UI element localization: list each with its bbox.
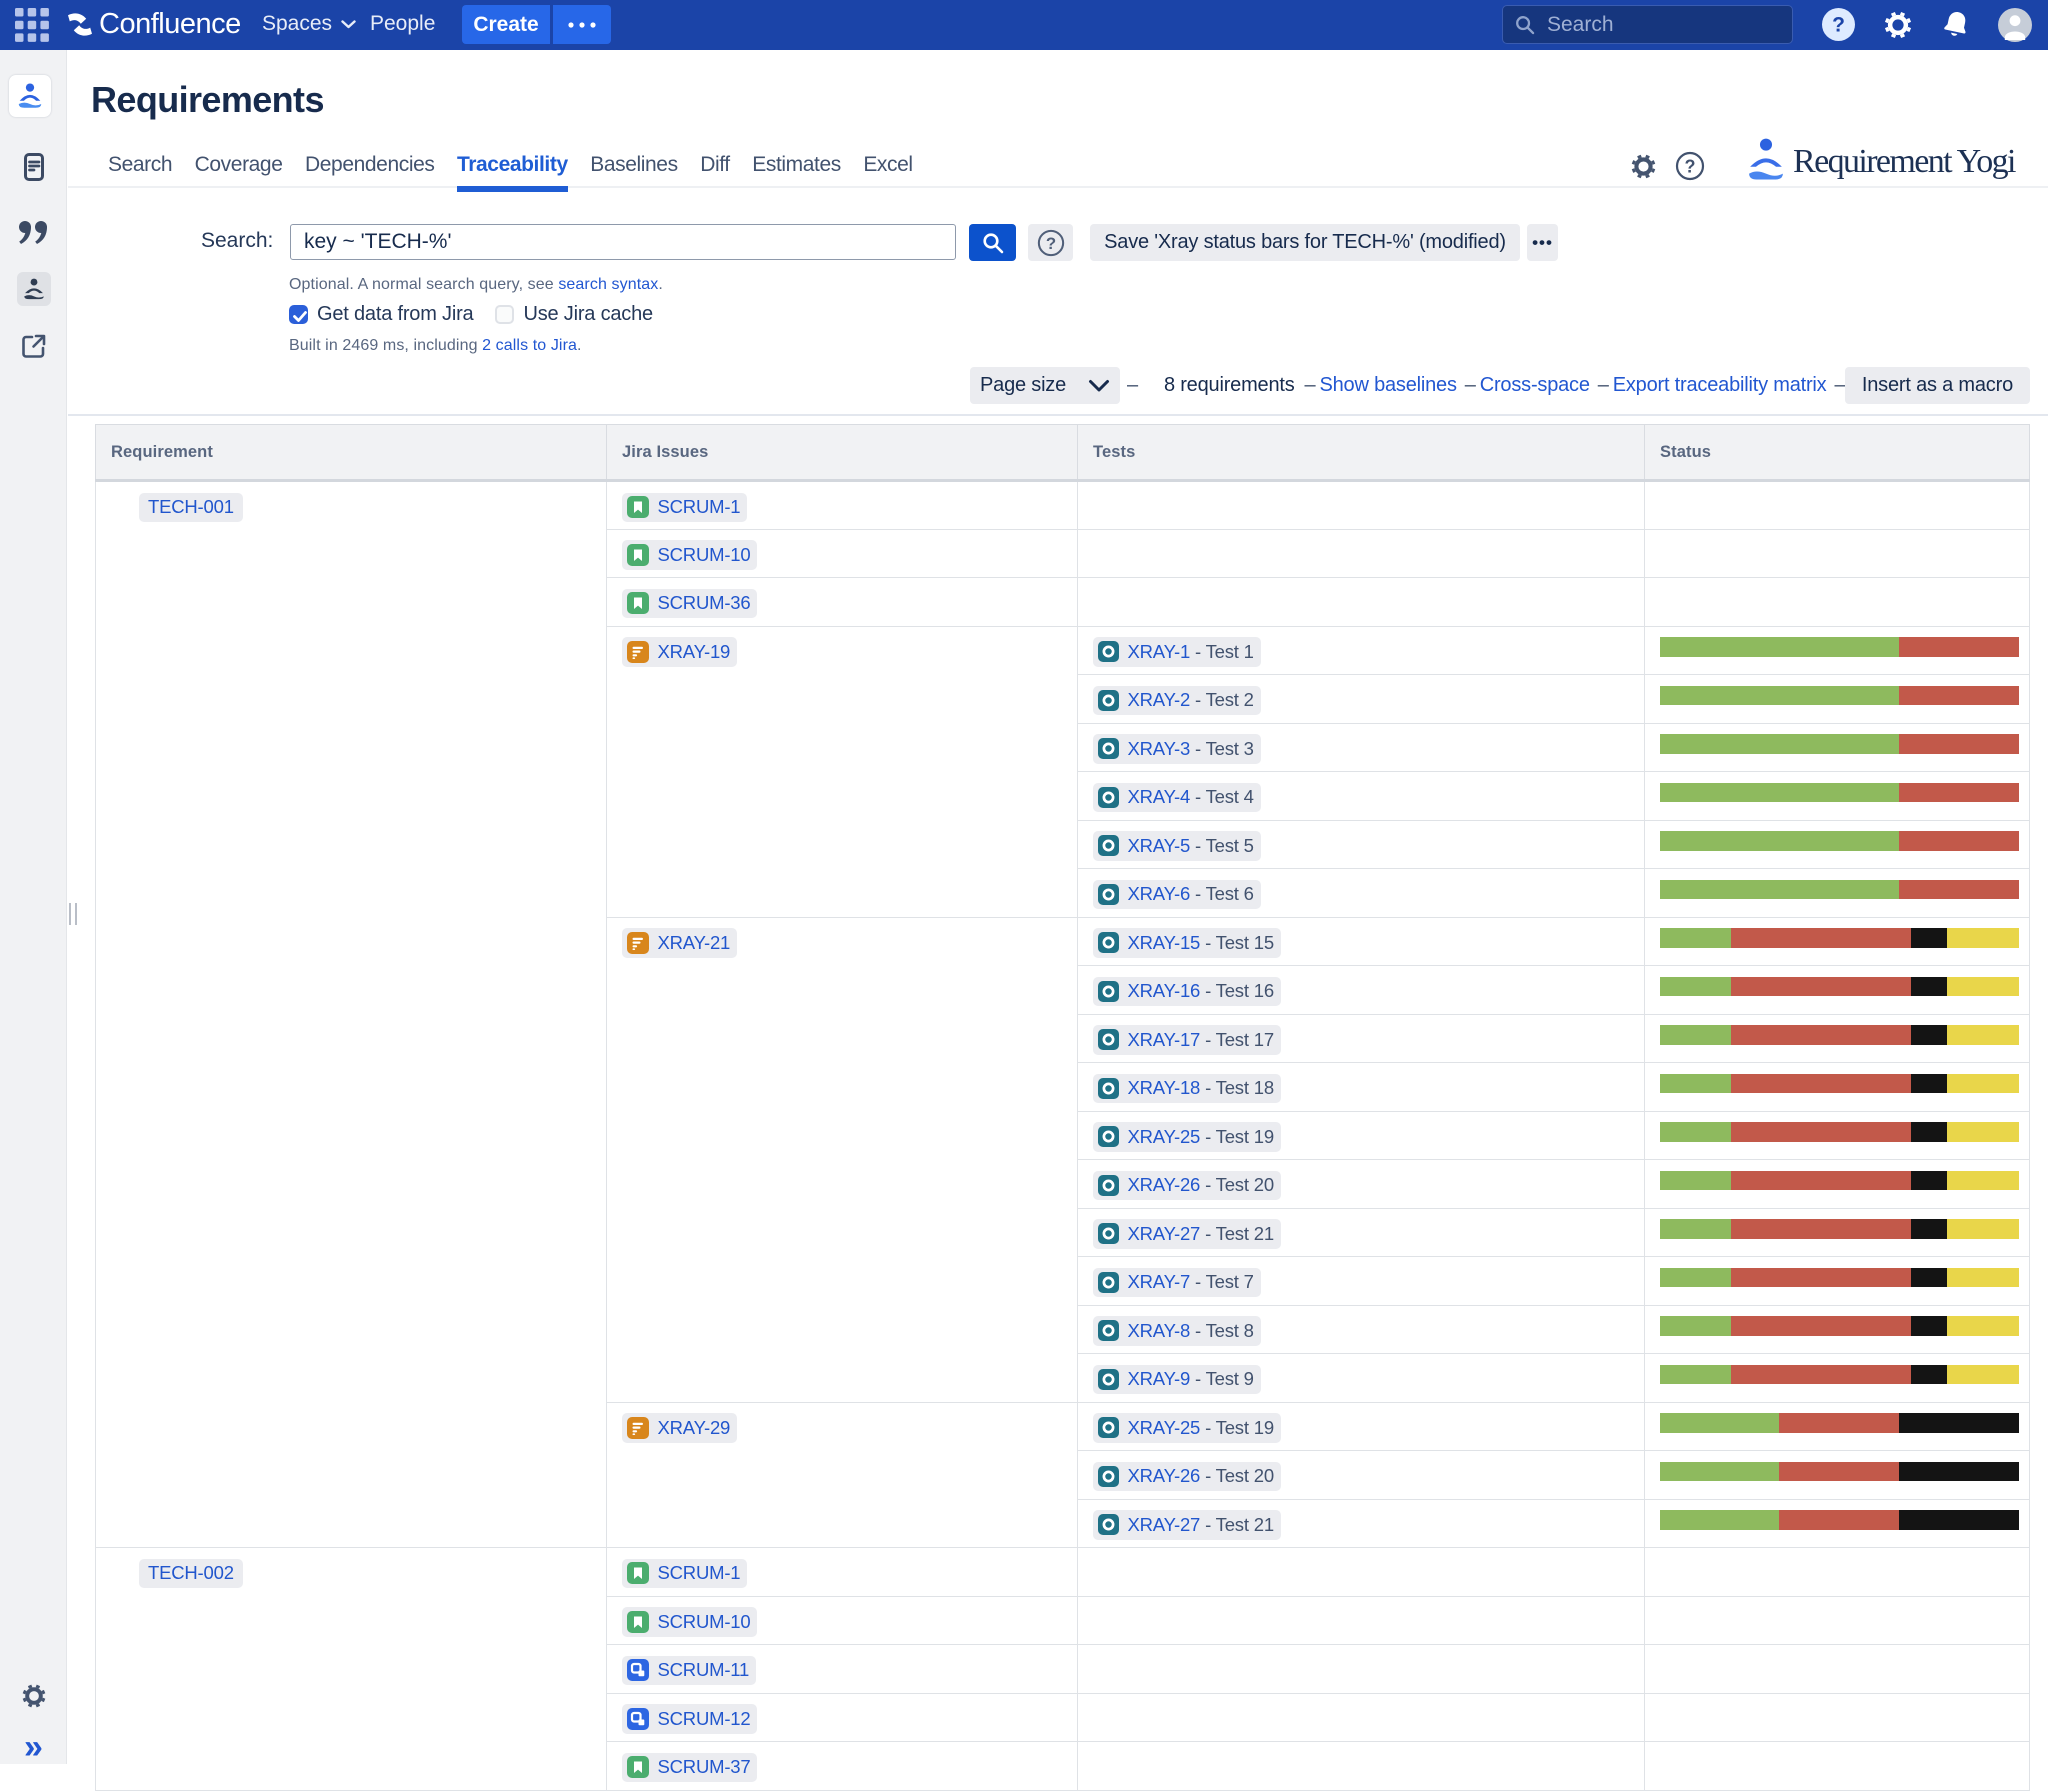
svg-text:?: ? (1832, 14, 1845, 37)
svg-text:?: ? (1685, 157, 1696, 177)
svg-text:?: ? (1045, 234, 1055, 253)
